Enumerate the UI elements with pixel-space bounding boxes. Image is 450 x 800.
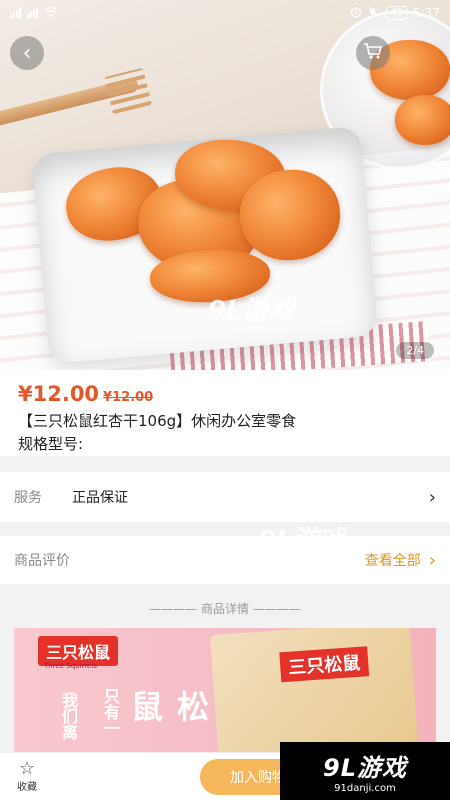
service-row[interactable]: 服务 正品保证 › [0,472,450,522]
cart-icon [363,42,383,64]
banner-slogan-2: 只有一 [101,688,120,736]
watermark-corner: 9L游戏 91danji.com [280,742,450,800]
battery-indicator: 49 [386,6,408,20]
image-counter: 2/4 [396,342,434,359]
banner-big-text: 松鼠 [126,690,210,722]
mute-icon [368,6,380,21]
service-label: 服务 [14,490,42,506]
banner-slogan-1: 我们离 [59,692,78,740]
signal-icon [10,8,21,18]
details-divider: ———— 商品详情 ———— [149,602,301,616]
review-label: 商品评价 [14,553,70,569]
chevron-right-icon: › [428,486,436,508]
chevron-right-icon: › [428,549,436,571]
back-arrow-icon: ‹ [22,40,32,66]
signal-icon [27,8,38,18]
brand-subtitle: Three Squirrels [44,662,97,670]
package-brand: 三只松鼠 [279,646,370,683]
view-all-label: 查看全部 [364,553,421,569]
product-info: ¥12.00 ¥12.00 【三只松鼠红杏干106g】休闲办公室零食 规格型号: [0,370,450,456]
watermark-middle: 9L游戏 [208,296,295,326]
product-package: 三只松鼠 [209,628,419,752]
clock: 5:37 [413,6,440,20]
product-title: 【三只松鼠红杏干106g】休闲办公室零食 [18,412,297,430]
favorite-button[interactable]: ☆ 收藏 [0,758,54,794]
star-icon: ☆ [18,758,36,779]
watermark-middle: 9L游戏 91danji.com [258,526,345,566]
original-price: ¥12.00 [103,390,154,405]
watermark-domain: 91danji.com [334,783,396,794]
price: ¥12.00 [18,382,100,406]
fork-tines-decoration [103,67,153,115]
back-button[interactable]: ‹ [10,36,44,70]
cart-button[interactable] [356,36,390,70]
view-all-reviews-link[interactable]: 查看全部 › [365,550,436,571]
wifi-icon [44,6,58,20]
status-bar: 49 5:37 [0,0,450,26]
review-row: 商品评价 查看全部 › [0,536,450,584]
spec-label: 规格型号: [18,435,84,453]
service-value: 正品保证 [72,490,128,506]
apricot [395,95,450,145]
favorite-label: 收藏 [17,782,37,793]
product-detail-banner: 三只松鼠 Three Squirrels 我们离 只有一 松鼠 三只松鼠 [14,628,436,752]
watermark-logo: 9L游戏 [323,754,407,782]
alarm-icon [350,6,362,21]
